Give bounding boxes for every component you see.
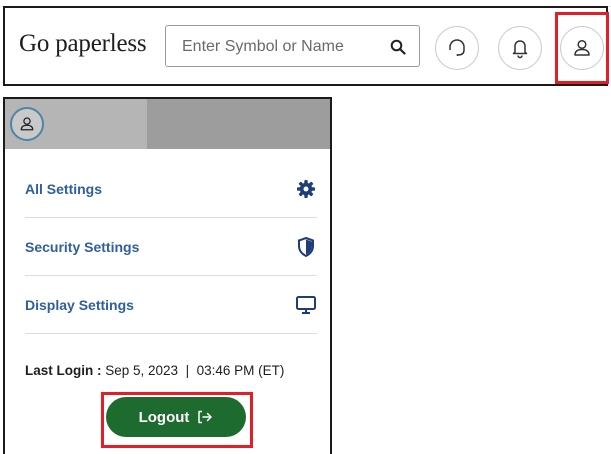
brand-logo[interactable]: Go paperless [19,30,147,58]
notifications-button[interactable] [498,26,542,70]
shield-icon [295,236,317,258]
menu-item-display-settings[interactable]: Display Settings [25,276,317,334]
menu-item-security-settings[interactable]: Security Settings [25,218,317,276]
panel-header-shade [147,99,330,149]
search-icon [390,39,406,55]
menu-item-label: Security Settings [25,238,140,255]
user-button-highlight [555,12,609,84]
menu-item-label: Display Settings [25,296,134,313]
avatar[interactable] [10,107,44,141]
menu-item-all-settings[interactable]: All Settings [25,160,317,218]
logout-label: Logout [138,408,190,426]
bell-icon [512,40,528,59]
user-icon [20,117,34,131]
last-login-value: Sep 5, 2023 | 03:46 PM (ET) [101,363,285,378]
headset-icon [449,39,465,56]
search-box [165,25,420,67]
menu-item-label: All Settings [25,180,103,197]
user-menu-panel: All Settings Security Settings Display S… [3,97,332,454]
gear-icon [295,178,317,200]
search-button[interactable] [387,36,409,58]
support-button[interactable] [435,26,479,70]
search-input[interactable] [180,34,374,60]
last-login-info: Last Login : Sep 5, 2023 | 03:46 PM (ET) [25,363,284,378]
logout-button[interactable]: Logout [106,397,246,437]
last-login-label: Last Login : [25,363,102,378]
header-bar: Go paperless [3,6,609,86]
monitor-icon [295,294,317,316]
logout-icon [198,410,213,424]
